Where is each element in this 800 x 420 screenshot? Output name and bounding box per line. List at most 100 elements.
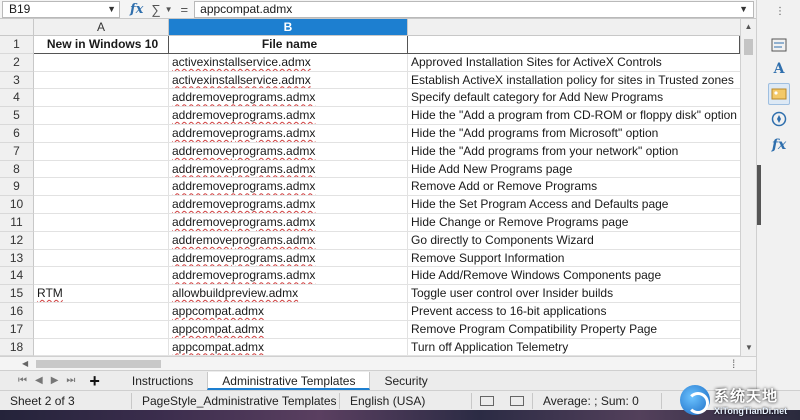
cell-a[interactable] <box>34 107 169 125</box>
cell-a[interactable] <box>34 71 169 90</box>
cell-a[interactable] <box>34 267 169 286</box>
cell-c[interactable]: Hide the "Add a program from CD-ROM or f… <box>408 107 740 125</box>
cell-c[interactable]: Hide Add New Programs page <box>408 161 740 179</box>
row-header[interactable]: 18 <box>0 338 34 356</box>
cell-b[interactable]: activexinstallservice.admx <box>169 71 408 90</box>
cell-c[interactable]: Hide the "Add programs from your network… <box>408 143 740 161</box>
cell-a[interactable]: New in Windows 10 <box>34 36 169 54</box>
cell-b[interactable]: addremoveprograms.admx <box>169 231 408 250</box>
sidebar-menu-icon[interactable]: ⋮ <box>775 6 785 17</box>
name-box[interactable]: B19 ▼ <box>2 0 120 18</box>
sum-icon[interactable]: ∑ <box>151 2 160 17</box>
cell-b[interactable]: addremoveprograms.admx <box>169 213 408 232</box>
cell-c[interactable]: Remove Support Information <box>408 250 740 268</box>
cell-b[interactable]: File name <box>169 36 408 54</box>
cell-a[interactable] <box>34 178 169 197</box>
sheet-indicator[interactable]: Sheet 2 of 3 <box>0 392 132 409</box>
cell-a[interactable] <box>34 231 169 250</box>
tab-administrative-templates[interactable]: Administrative Templates <box>207 371 371 390</box>
row-header[interactable]: 2 <box>0 53 34 72</box>
cell-b[interactable]: appcompat.admx <box>169 338 408 356</box>
properties-icon[interactable] <box>768 34 790 56</box>
cell-a[interactable] <box>34 249 169 268</box>
selection-mode-icon[interactable] <box>510 395 524 406</box>
cell-a[interactable] <box>34 124 169 143</box>
cell-c[interactable] <box>408 36 740 54</box>
cell-c[interactable]: Hide Add/Remove Windows Components page <box>408 267 740 286</box>
row-header[interactable]: 1 <box>0 36 34 54</box>
scroll-left-icon[interactable]: ◀ <box>22 357 28 371</box>
select-all-corner[interactable] <box>0 19 34 35</box>
row-header[interactable]: 17 <box>0 320 34 339</box>
navigator-icon[interactable] <box>768 108 790 130</box>
row-header[interactable]: 14 <box>0 267 34 286</box>
row-header[interactable]: 3 <box>0 71 34 90</box>
formula-icon[interactable]: = <box>181 2 189 17</box>
cell-c[interactable]: Approved Installation Sites for ActiveX … <box>408 54 740 72</box>
column-header-c[interactable] <box>408 19 740 35</box>
row-header[interactable]: 16 <box>0 302 34 321</box>
cell-a[interactable] <box>34 320 169 339</box>
first-sheet-icon[interactable]: ⏮ <box>18 375 27 386</box>
cell-c[interactable]: Toggle user control over Insider builds <box>408 285 740 303</box>
cell-b[interactable]: addremoveprograms.admx <box>169 196 408 214</box>
prev-sheet-icon[interactable]: ◀ <box>35 375 43 386</box>
cell-c[interactable]: Go directly to Components Wizard <box>408 232 740 250</box>
horizontal-scrollbar[interactable]: ◀ ⁞ <box>0 356 756 371</box>
cell-a[interactable] <box>34 196 169 214</box>
cell-a[interactable] <box>34 142 169 161</box>
row-header[interactable]: 4 <box>0 89 34 108</box>
scroll-up-icon[interactable]: ▲ <box>741 19 756 35</box>
vertical-scrollbar[interactable]: ▲ ▼ <box>740 19 756 356</box>
cell-c[interactable]: Turn off Application Telemetry <box>408 339 740 356</box>
cell-b[interactable]: allowbuildpreview.admx <box>169 285 408 303</box>
row-header[interactable]: 12 <box>0 231 34 250</box>
tab-security[interactable]: Security <box>370 372 441 390</box>
cell-c[interactable]: Hide Change or Remove Programs page <box>408 214 740 232</box>
cell-c[interactable]: Hide the "Add programs from Microsoft" o… <box>408 125 740 143</box>
cell-b[interactable]: appcompat.admx <box>169 320 408 339</box>
cell-a[interactable] <box>34 53 169 72</box>
cell-b[interactable]: addremoveprograms.admx <box>169 267 408 286</box>
split-handle-icon[interactable]: ⁞ <box>732 357 735 371</box>
scroll-thumb[interactable] <box>744 39 753 55</box>
add-sheet-button[interactable]: + <box>89 372 100 390</box>
tab-instructions[interactable]: Instructions <box>118 372 207 390</box>
cell-b[interactable]: addremoveprograms.admx <box>169 160 408 179</box>
formula-input[interactable]: appcompat.admx ▼ <box>194 0 754 18</box>
row-header[interactable]: 15 <box>0 285 34 303</box>
chevron-down-icon[interactable]: ▼ <box>165 5 173 14</box>
cell-b[interactable]: addremoveprograms.admx <box>169 249 408 268</box>
cell-c[interactable]: Hide the Set Program Access and Defaults… <box>408 196 740 214</box>
row-header[interactable]: 9 <box>0 178 34 197</box>
cell-c[interactable]: Specify default category for Add New Pro… <box>408 89 740 108</box>
language-indicator[interactable]: English (USA) <box>340 392 472 409</box>
cell-a[interactable] <box>34 160 169 179</box>
cell-c[interactable]: Prevent access to 16-bit applications <box>408 303 740 321</box>
sidebar-collapse-handle[interactable] <box>757 165 761 225</box>
styles-icon[interactable]: A <box>768 58 790 80</box>
cell-b[interactable]: activexinstallservice.admx <box>169 53 408 72</box>
cell-b[interactable]: addremoveprograms.admx <box>169 124 408 143</box>
cell-c[interactable]: Remove Add or Remove Programs <box>408 178 740 197</box>
function-wizard-icon[interactable]: fx <box>130 2 143 17</box>
row-header[interactable]: 7 <box>0 142 34 161</box>
cell-b[interactable]: addremoveprograms.admx <box>169 107 408 125</box>
chevron-down-icon[interactable]: ▼ <box>107 4 116 14</box>
row-header[interactable]: 10 <box>0 196 34 214</box>
cell-c[interactable]: Establish ActiveX installation policy fo… <box>408 72 740 90</box>
horizontal-scroll-thumb[interactable] <box>36 360 161 368</box>
cell-b[interactable]: addremoveprograms.admx <box>169 178 408 197</box>
cell-b[interactable]: addremoveprograms.admx <box>169 142 408 161</box>
cell-a[interactable] <box>34 302 169 321</box>
spreadsheet-grid[interactable]: A B 1 New in Windows 10 File name 2 activexi… <box>0 19 740 356</box>
functions-icon[interactable]: fx <box>768 134 790 156</box>
row-header[interactable]: 13 <box>0 249 34 268</box>
selection-summary[interactable]: Average: ; Sum: 0 <box>532 392 662 409</box>
page-style[interactable]: PageStyle_Administrative Templates <box>132 392 340 409</box>
gallery-icon[interactable] <box>768 83 790 105</box>
cell-a[interactable]: RTM <box>34 285 169 303</box>
cell-a[interactable] <box>34 338 169 356</box>
row-header[interactable]: 8 <box>0 160 34 179</box>
row-header[interactable]: 5 <box>0 107 34 125</box>
